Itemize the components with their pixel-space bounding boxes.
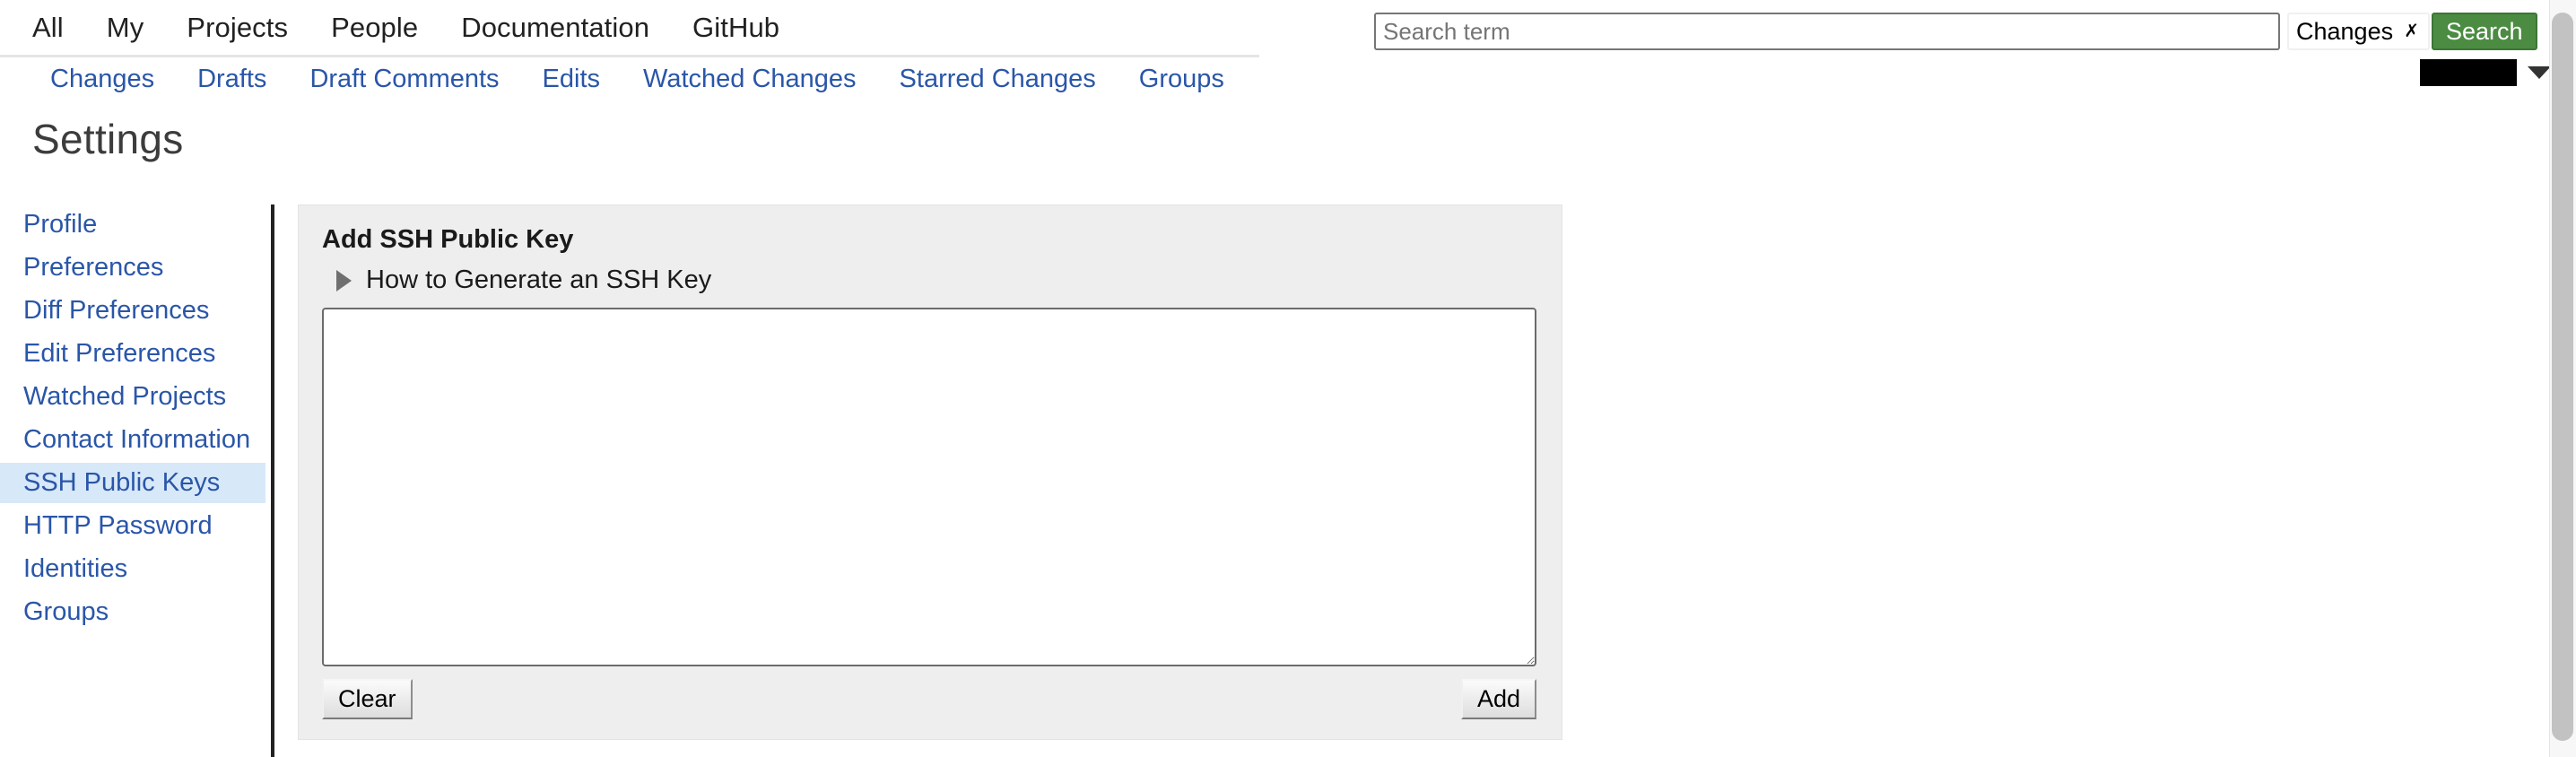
sidebar-item-http-password[interactable]: HTTP Password	[0, 506, 271, 546]
sidebar-item-preferences[interactable]: Preferences	[0, 248, 271, 288]
ssh-public-keys-panel: Add SSH Public Key How to Generate an SS…	[298, 204, 1562, 740]
how-to-generate-ssh-key-label: How to Generate an SSH Key	[366, 265, 712, 294]
settings-sidebar: Profile Preferences Diff Preferences Edi…	[0, 204, 274, 757]
account-menu[interactable]	[2420, 59, 2551, 86]
subnav-item-groups[interactable]: Groups	[1139, 65, 1224, 94]
page-title: Settings	[32, 116, 184, 162]
search-input[interactable]	[1374, 13, 2280, 50]
account-name-redacted	[2420, 59, 2517, 86]
primary-nav-list: All My Projects People Documentation Git…	[0, 0, 1259, 56]
subnav-item-starred-changes[interactable]: Starred Changes	[900, 65, 1096, 94]
add-ssh-key-box: Add SSH Public Key How to Generate an SS…	[298, 204, 1562, 740]
triangle-down-icon[interactable]	[2528, 66, 2551, 79]
sidebar-item-edit-preferences[interactable]: Edit Preferences	[0, 334, 271, 374]
subnav-item-drafts[interactable]: Drafts	[197, 65, 266, 94]
nav-item-all[interactable]: All	[32, 12, 64, 44]
search-area: Changes ✗ Search	[1374, 13, 2537, 50]
triangle-right-icon	[336, 269, 352, 291]
sidebar-item-contact-information[interactable]: Contact Information	[0, 420, 271, 460]
clear-button[interactable]: Clear	[322, 679, 413, 719]
add-button[interactable]: Add	[1460, 679, 1536, 719]
sidebar-item-identities[interactable]: Identities	[0, 549, 271, 589]
sidebar-item-watched-projects[interactable]: Watched Projects	[0, 377, 271, 417]
sidebar-item-profile[interactable]: Profile	[0, 204, 271, 245]
nav-item-documentation[interactable]: Documentation	[461, 12, 649, 44]
page-scrollbar[interactable]	[2549, 0, 2576, 757]
how-to-generate-ssh-key-disclosure[interactable]: How to Generate an SSH Key	[336, 265, 1536, 295]
nav-item-github[interactable]: GitHub	[692, 12, 779, 44]
settings-page: All My Projects People Documentation Git…	[0, 0, 2576, 757]
secondary-nav-list: Changes Drafts Draft Comments Edits Watc…	[0, 57, 1259, 100]
settings-body: Profile Preferences Diff Preferences Edi…	[0, 204, 2576, 757]
sidebar-item-diff-preferences[interactable]: Diff Preferences	[0, 291, 271, 331]
subnav-item-edits[interactable]: Edits	[543, 65, 600, 94]
site-header: All My Projects People Documentation Git…	[0, 0, 2576, 100]
search-scope-wrap: Changes ✗	[2287, 13, 2430, 50]
primary-navigation: All My Projects People Documentation Git…	[0, 0, 1259, 57]
ssh-key-textarea[interactable]	[322, 308, 1536, 666]
secondary-navigation: Changes Drafts Draft Comments Edits Watc…	[0, 57, 1259, 100]
nav-item-projects[interactable]: Projects	[187, 12, 288, 44]
ssh-key-actions: Clear Add	[322, 679, 1536, 719]
search-button[interactable]: Search	[2432, 13, 2537, 50]
page-scrollbar-thumb[interactable]	[2552, 13, 2573, 741]
nav-item-my[interactable]: My	[107, 12, 144, 44]
subnav-item-watched-changes[interactable]: Watched Changes	[643, 65, 857, 94]
search-scope-select[interactable]: Changes	[2287, 13, 2430, 50]
add-ssh-key-heading: Add SSH Public Key	[322, 225, 574, 254]
sidebar-item-groups[interactable]: Groups	[0, 592, 271, 632]
subnav-item-draft-comments[interactable]: Draft Comments	[309, 65, 499, 94]
nav-item-people[interactable]: People	[331, 12, 418, 44]
sidebar-item-ssh-public-keys[interactable]: SSH Public Keys	[0, 463, 265, 503]
subnav-item-changes[interactable]: Changes	[50, 65, 154, 94]
